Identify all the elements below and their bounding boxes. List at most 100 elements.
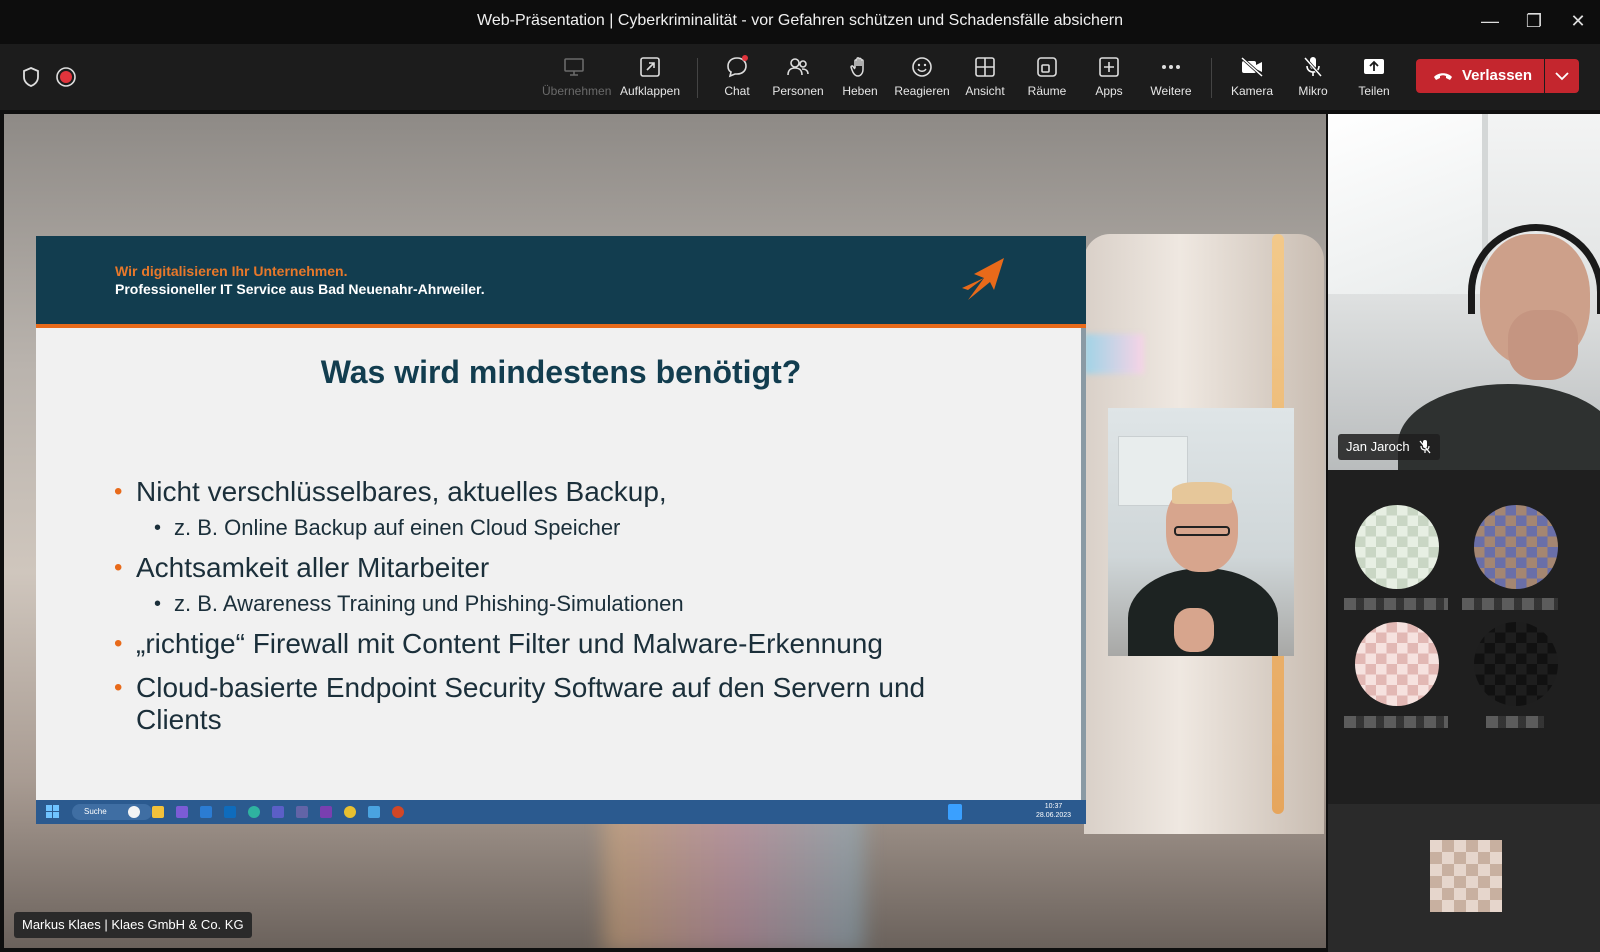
participant-name-label: Jan Jaroch: [1338, 434, 1440, 460]
participant-avatar[interactable]: [1355, 505, 1439, 589]
presentation-slide: Wir digitalisieren Ihr Unternehmen. Prof…: [36, 236, 1086, 824]
background-light: [1084, 334, 1144, 374]
participant-avatar[interactable]: [1474, 622, 1558, 706]
windows-taskbar: Suche 10:37 28.06.2023: [36, 800, 1086, 824]
people-button[interactable]: Personen: [766, 54, 830, 104]
share-button[interactable]: Teilen: [1342, 54, 1406, 104]
powerpoint-icon: [392, 806, 404, 818]
participant-avatar[interactable]: [1474, 505, 1558, 589]
smiley-icon: [912, 57, 932, 77]
outlook-icon: [224, 806, 236, 818]
bullet-item: Nicht verschlüsselbares, aktuelles Backu…: [114, 476, 1014, 508]
close-button[interactable]: ✕: [1558, 8, 1598, 34]
mic-off-icon: [1303, 57, 1323, 77]
participant-name-blurred: [1462, 598, 1558, 610]
participant-hand: [1508, 310, 1578, 380]
recording-icon: [56, 67, 76, 87]
people-label: Personen: [772, 84, 824, 98]
chat-label: Chat: [724, 84, 750, 98]
apps-button[interactable]: Apps: [1077, 54, 1141, 104]
bullet-item: „richtige“ Firewall mit Content Filter u…: [114, 628, 1014, 660]
presenter-name-label: Markus Klaes | Klaes GmbH & Co. KG: [14, 912, 252, 938]
participant-name: Jan Jaroch: [1346, 439, 1410, 454]
more-dots-icon: [1162, 65, 1180, 69]
leave-options-dropdown[interactable]: [1545, 59, 1579, 93]
camera-off-icon: [1240, 56, 1264, 78]
slide-scroll-edge: [1081, 328, 1086, 808]
share-label: Teilen: [1358, 84, 1390, 98]
view-button[interactable]: Ansicht: [953, 54, 1017, 104]
slide-bullet-list: Nicht verschlüsselbares, aktuelles Backu…: [114, 476, 1014, 742]
taskbar-app-icon: [368, 806, 380, 818]
edge-icon: [248, 806, 260, 818]
slide-header-divider: [36, 324, 1086, 328]
rooms-label: Räume: [1027, 84, 1067, 98]
takeover-label: Übernehmen: [542, 84, 612, 98]
raise-hand-icon: [850, 57, 864, 77]
self-avatar: [1430, 840, 1502, 912]
chrome-icon: [344, 806, 356, 818]
background-window: [1328, 114, 1488, 294]
teams-icon: [272, 806, 284, 818]
view-label: Ansicht: [965, 84, 1005, 98]
more-button[interactable]: Weitere: [1139, 54, 1203, 104]
breakout-rooms-icon: [1037, 57, 1057, 77]
raise-hand-label: Heben: [842, 84, 878, 98]
taskbar-app-icon: [176, 806, 188, 818]
raise-hand-button[interactable]: Heben: [828, 54, 892, 104]
camera-label: Kamera: [1230, 84, 1274, 98]
rooms-button[interactable]: Räume: [1015, 54, 1079, 104]
chevron-down-icon: [1555, 72, 1569, 81]
company-logo-icon: [962, 258, 1004, 300]
react-label: Reagieren: [894, 84, 950, 98]
folder-icon: [152, 806, 164, 818]
meeting-toolbar: Übernehmen Aufklappen Chat Personen Hebe…: [0, 44, 1600, 110]
grid-view-icon: [975, 57, 995, 77]
minimize-button[interactable]: —: [1470, 8, 1510, 34]
shield-icon[interactable]: [20, 66, 42, 88]
leave-label: Verlassen: [1462, 67, 1533, 84]
mic-muted-icon: [1419, 440, 1431, 454]
maximize-button[interactable]: ❐: [1514, 8, 1554, 34]
screen-share-takeover-icon: [564, 58, 584, 76]
sub-bullet-item: z. B. Awareness Training und Phishing-Si…: [114, 590, 1014, 618]
windows-start-icon: [46, 805, 59, 818]
teams-icon: [296, 806, 308, 818]
taskbar-app-icon: [128, 806, 140, 818]
word-icon: [200, 806, 212, 818]
window-titlebar: Web-Präsentation | Cyberkriminalität - v…: [0, 0, 1600, 44]
toolbar-divider: [1211, 58, 1212, 98]
participant-name-blurred: [1344, 716, 1448, 728]
react-button[interactable]: Reagieren: [890, 54, 954, 104]
taskbar-date: 28.06.2023: [1036, 812, 1072, 819]
self-video-tile[interactable]: [1328, 804, 1600, 952]
participant-video-tile[interactable]: Jan Jaroch: [1328, 114, 1600, 470]
more-label: Weitere: [1150, 84, 1192, 98]
slide-tagline: Wir digitalisieren Ihr Unternehmen.: [115, 263, 348, 279]
toolbar-divider: [697, 58, 698, 98]
pop-out-icon: [640, 57, 660, 77]
taskbar-clock: 10:37 28.06.2023: [1036, 802, 1071, 820]
chat-icon: [727, 55, 748, 78]
leave-button[interactable]: Verlassen: [1416, 59, 1544, 93]
participant-name-blurred: [1486, 716, 1544, 728]
taskbar-search: Suche: [72, 804, 152, 820]
camera-button[interactable]: Kamera: [1220, 54, 1284, 104]
bullet-item: Cloud-basierte Endpoint Security Softwar…: [114, 672, 944, 736]
presenter-hair: [1172, 482, 1232, 504]
onenote-icon: [320, 806, 332, 818]
takeover-button[interactable]: Übernehmen: [542, 54, 612, 104]
pop-out-button[interactable]: Aufklappen: [618, 54, 682, 104]
plus-square-icon: [1099, 57, 1119, 77]
taskbar-mic-indicator: [948, 804, 962, 820]
mic-button[interactable]: Mikro: [1281, 54, 1345, 104]
people-icon: [787, 58, 809, 76]
participant-avatar[interactable]: [1355, 622, 1439, 706]
bullet-item: Achtsamkeit aller Mitarbeiter: [114, 552, 1014, 584]
participants-panel: Jan Jaroch: [1328, 114, 1600, 952]
chat-button[interactable]: Chat: [705, 54, 769, 104]
slide-title: Was wird mindestens benötigt?: [320, 354, 802, 390]
pop-out-label: Aufklappen: [619, 84, 681, 98]
window-title: Web-Präsentation | Cyberkriminalität - v…: [477, 12, 1123, 29]
mic-label: Mikro: [1298, 84, 1328, 98]
